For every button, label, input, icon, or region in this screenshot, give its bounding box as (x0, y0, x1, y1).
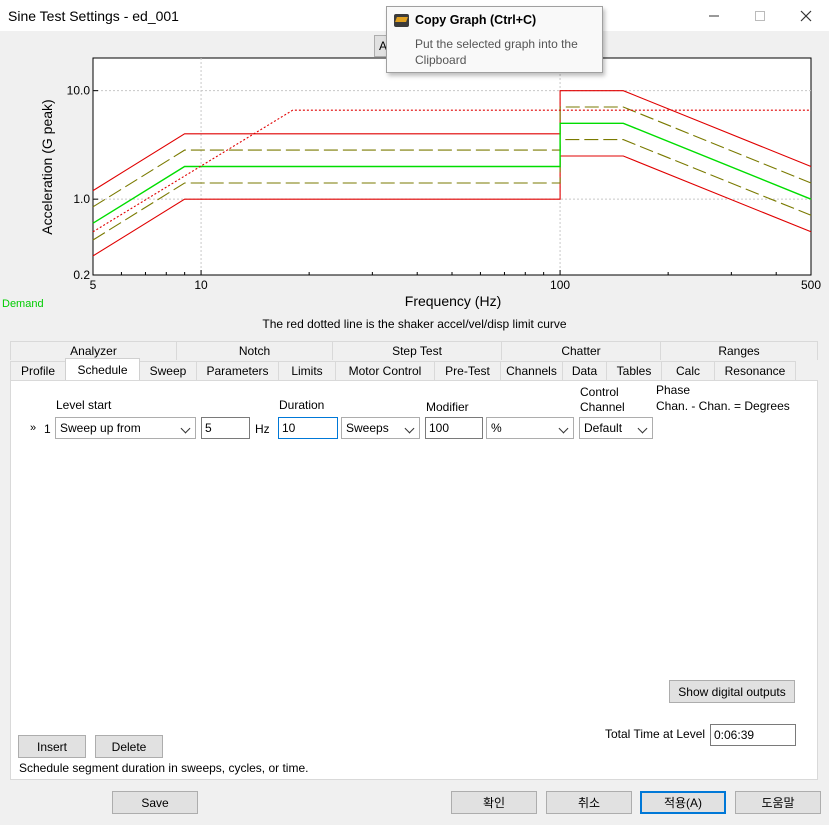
tooltip-title: Copy Graph (Ctrl+C) (415, 13, 537, 27)
insert-button-label: Insert (36, 739, 67, 754)
close-icon[interactable] (783, 0, 829, 31)
tab-step-test[interactable]: Step Test (332, 341, 502, 360)
duration-input[interactable]: 10 (278, 417, 338, 439)
level-start-header: Level start (56, 398, 112, 412)
minimize-icon[interactable] (691, 0, 737, 31)
frequency-unit: Hz (255, 422, 270, 436)
duration-unit-value: Sweeps (346, 421, 389, 435)
insert-button[interactable]: Insert (18, 735, 86, 758)
x-tick-label: 10 (194, 278, 208, 292)
help-button[interactable]: 도움말 (735, 791, 821, 814)
x-axis-label: Frequency (Hz) (405, 293, 501, 309)
y-tick-label: 0.2 (73, 268, 90, 282)
save-button[interactable]: Save (112, 791, 198, 814)
tab-limits[interactable]: Limits (278, 361, 336, 380)
tab-profile[interactable]: Profile (10, 361, 66, 380)
tab-data[interactable]: Data (562, 361, 607, 380)
tab-notch[interactable]: Notch (176, 341, 333, 360)
window-title: Sine Test Settings - ed_001 (8, 8, 179, 24)
schedule-panel (10, 380, 818, 780)
phase-header-line1: Phase (656, 383, 691, 397)
chevron-down-icon (182, 425, 190, 433)
tooltip-body: Put the selected graph into the Clipboar… (415, 37, 578, 67)
maximize-icon[interactable] (737, 0, 783, 31)
modifier-unit-select[interactable]: % (486, 417, 574, 439)
copy-graph-tooltip: Copy Graph (Ctrl+C) Put the selected gra… (386, 6, 603, 73)
control-channel-value: Default (584, 421, 623, 435)
cancel-button[interactable]: 취소 (546, 791, 632, 814)
level-start-value: Sweep up from (60, 421, 141, 435)
chart-note: The red dotted line is the shaker accel/… (262, 317, 567, 331)
demand-label: Demand (2, 298, 44, 310)
tab-resonance[interactable]: Resonance (714, 361, 796, 380)
row-index: 1 (44, 422, 51, 436)
x-tick-label: 5 (90, 278, 97, 292)
chevron-down-icon (406, 425, 414, 433)
delete-button-label: Delete (111, 739, 147, 754)
phase-header-line2: Chan. - Chan. = Degrees (656, 399, 790, 413)
modifier-header: Modifier (426, 400, 469, 414)
modifier-unit-value: % (491, 421, 502, 435)
tab-ranges[interactable]: Ranges (660, 341, 818, 360)
delete-button[interactable]: Delete (95, 735, 163, 758)
tab-channels[interactable]: Channels (500, 361, 563, 380)
control-channel-select[interactable]: Default (579, 417, 653, 439)
frequency-input[interactable]: 5 (201, 417, 250, 439)
copy-graph-icon (394, 14, 409, 27)
row-selector-marker: » (30, 422, 37, 434)
tab-row-2: Profile Schedule Sweep Parameters Limits… (10, 358, 796, 380)
chevron-down-icon (560, 425, 568, 433)
x-tick-label: 100 (550, 278, 570, 292)
control-channel-header-line1: Control (580, 385, 619, 399)
show-digital-outputs-button[interactable]: Show digital outputs (669, 680, 795, 703)
tab-sweep[interactable]: Sweep (139, 361, 197, 380)
modifier-input[interactable]: 100 (425, 417, 483, 439)
level-start-select[interactable]: Sweep up from (55, 417, 196, 439)
y-tick-label: 10.0 (67, 84, 91, 98)
tab-tables[interactable]: Tables (606, 361, 662, 380)
duration-unit-select[interactable]: Sweeps (341, 417, 420, 439)
tab-chatter[interactable]: Chatter (501, 341, 661, 360)
tab-schedule[interactable]: Schedule (65, 358, 140, 380)
chart-svg: 5 10 100 500 0.2 1.0 10.0 Frequency (Hz) Accel… (39, 57, 821, 309)
chevron-down-icon (639, 425, 647, 433)
x-tick-label: 500 (801, 278, 821, 292)
tab-calc[interactable]: Calc (661, 361, 715, 380)
y-tick-label: 1.0 (73, 192, 90, 206)
control-channel-header-line2: Channel (580, 400, 625, 414)
duration-header: Duration (279, 398, 325, 412)
acceleration-chart[interactable]: 5 10 100 500 0.2 1.0 10.0 Frequency (Hz) Accel… (0, 55, 829, 315)
tab-motor-control[interactable]: Motor Control (335, 361, 435, 380)
tab-pre-test[interactable]: Pre-Test (434, 361, 501, 380)
total-time-label: Total Time at Level (605, 727, 706, 741)
total-time-field[interactable]: 0:06:39 (710, 724, 796, 746)
status-text: Schedule segment duration in sweeps, cyc… (19, 761, 309, 775)
tab-parameters[interactable]: Parameters (196, 361, 279, 380)
ok-button[interactable]: 확인 (451, 791, 537, 814)
y-axis-label: Acceleration (G peak) (39, 99, 55, 234)
apply-button[interactable]: 적용(A) (640, 791, 726, 814)
